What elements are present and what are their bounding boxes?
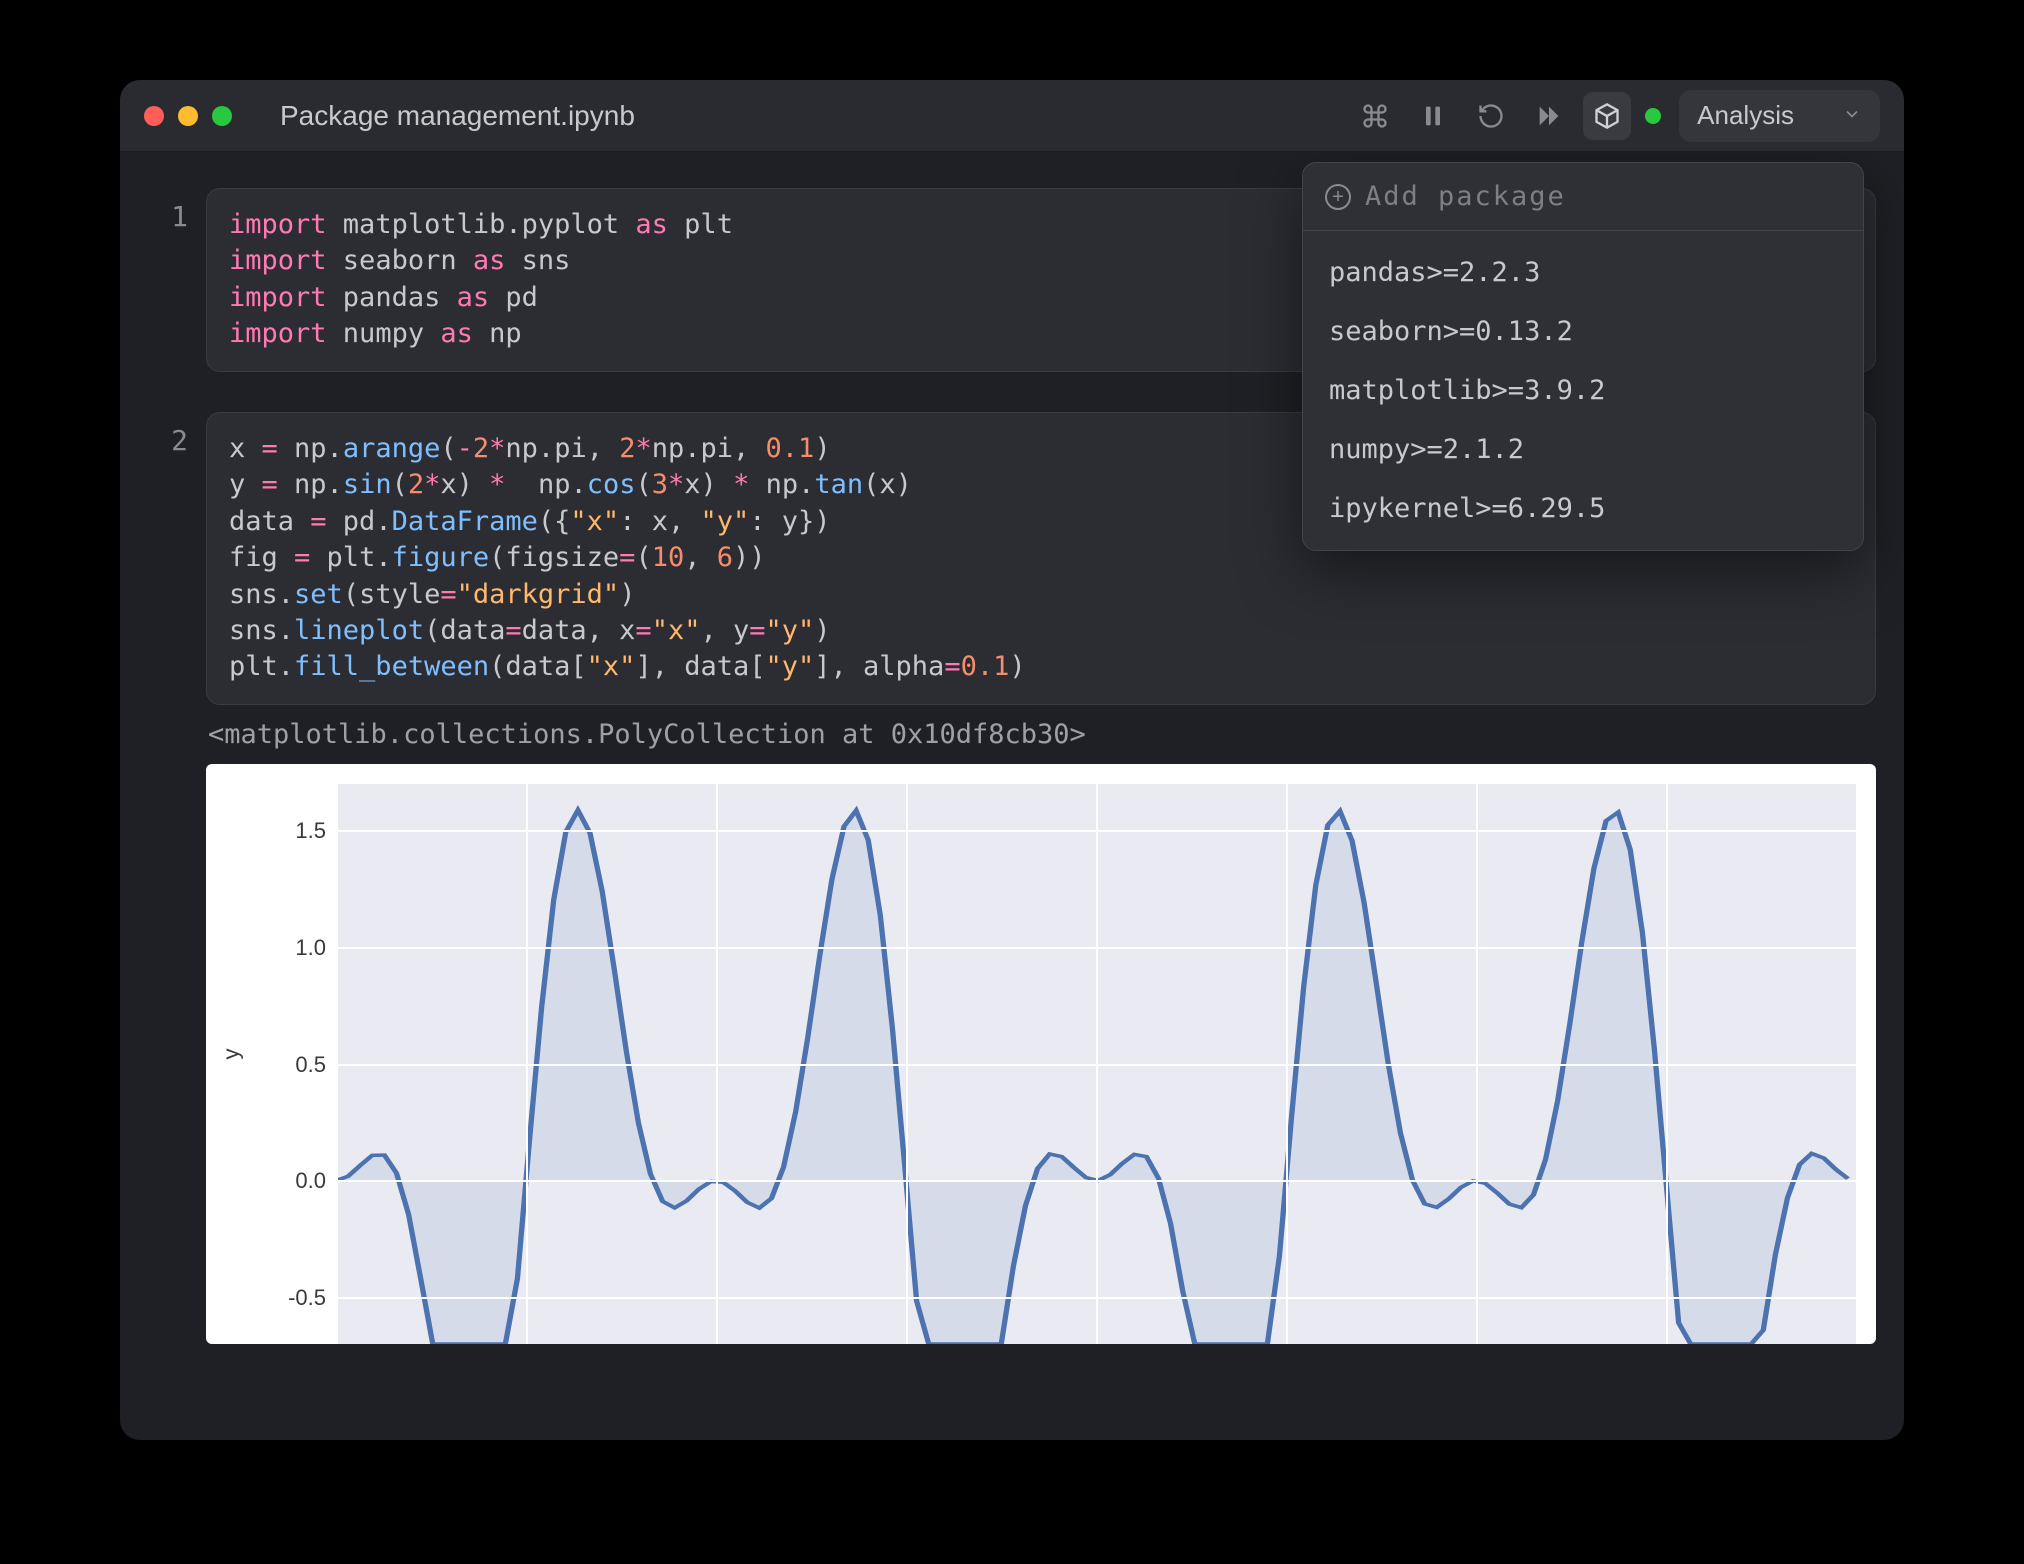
y-tick-label: 0.0 bbox=[256, 1168, 326, 1194]
y-tick-label: -0.5 bbox=[256, 1285, 326, 1311]
package-popover-header: + bbox=[1303, 163, 1863, 231]
run-all-button[interactable] bbox=[1525, 92, 1573, 140]
zoom-icon[interactable] bbox=[212, 106, 232, 126]
minimize-icon[interactable] bbox=[178, 106, 198, 126]
y-tick-label: 0.5 bbox=[256, 1052, 326, 1078]
close-icon[interactable] bbox=[144, 106, 164, 126]
y-axis-label: y bbox=[219, 1048, 245, 1059]
plot-output: y -0.5 0.0 0.5 1.0 1.5 bbox=[206, 764, 1876, 1344]
command-palette-button[interactable] bbox=[1351, 92, 1399, 140]
package-list-item[interactable]: matplotlib>=3.9.2 bbox=[1303, 361, 1863, 420]
kernel-select[interactable]: Analysis bbox=[1679, 90, 1880, 142]
notebook-content: + pandas>=2.2.3seaborn>=0.13.2matplotlib… bbox=[120, 152, 1904, 1440]
package-list: pandas>=2.2.3seaborn>=0.13.2matplotlib>=… bbox=[1303, 231, 1863, 550]
y-tick-label: 1.5 bbox=[256, 818, 326, 844]
package-popover: + pandas>=2.2.3seaborn>=0.13.2matplotlib… bbox=[1302, 162, 1864, 551]
cell-number: 2 bbox=[148, 412, 188, 457]
kernel-status-indicator bbox=[1645, 108, 1661, 124]
package-list-item[interactable]: numpy>=2.1.2 bbox=[1303, 420, 1863, 479]
app-window: Package management.ipynb bbox=[120, 80, 1904, 1440]
chevron-down-icon bbox=[1842, 100, 1862, 131]
pause-button[interactable] bbox=[1409, 92, 1457, 140]
cell: 2 x = np.arange(-2*np.pi, 2*np.pi, 0.1) … bbox=[148, 412, 1876, 1344]
cell-number: 1 bbox=[148, 188, 188, 233]
add-package-input[interactable] bbox=[1365, 181, 1841, 212]
document-title: Package management.ipynb bbox=[280, 100, 635, 132]
output-text: <matplotlib.collections.PolyCollection a… bbox=[206, 719, 1876, 750]
package-list-item[interactable]: seaborn>=0.13.2 bbox=[1303, 302, 1863, 361]
package-list-item[interactable]: pandas>=2.2.3 bbox=[1303, 243, 1863, 302]
toolbar: Analysis bbox=[1351, 90, 1880, 142]
y-tick-label: 1.0 bbox=[256, 935, 326, 961]
window-controls bbox=[144, 106, 232, 126]
package-list-item[interactable]: ipykernel>=6.29.5 bbox=[1303, 479, 1863, 538]
plot-grid bbox=[336, 784, 1856, 1344]
package-manager-button[interactable] bbox=[1583, 92, 1631, 140]
plus-circle-icon: + bbox=[1325, 184, 1351, 210]
titlebar: Package management.ipynb bbox=[120, 80, 1904, 152]
kernel-name-label: Analysis bbox=[1697, 100, 1794, 131]
restart-button[interactable] bbox=[1467, 92, 1515, 140]
